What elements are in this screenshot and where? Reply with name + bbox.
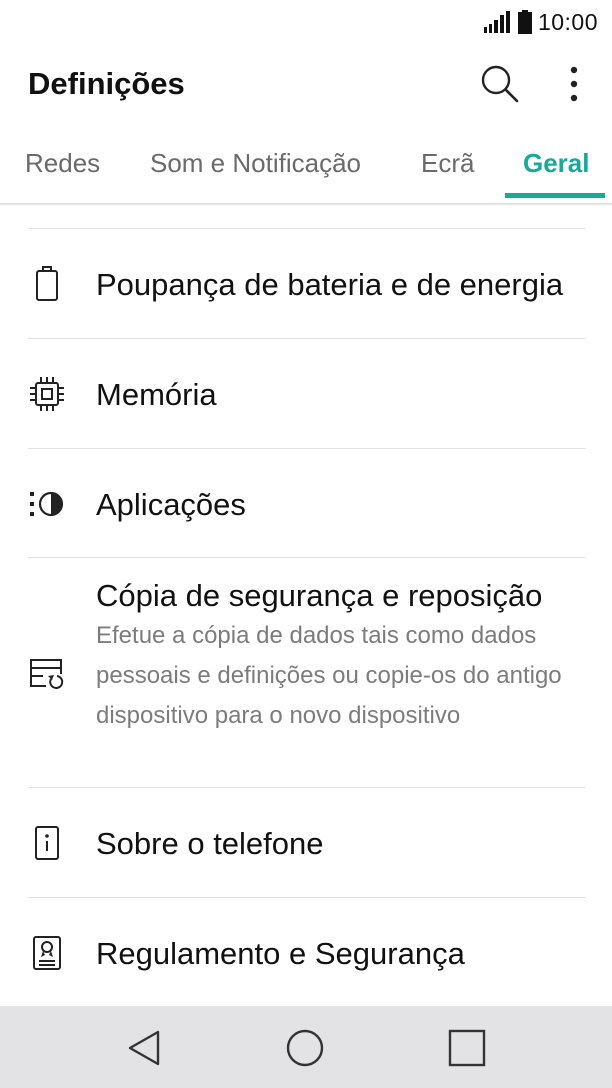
tab-redes[interactable]: Redes	[25, 148, 100, 179]
list-item-subtitle: Efetue a cópia de dados tais como dados …	[96, 622, 562, 729]
more-options-button[interactable]	[552, 62, 596, 106]
list-item-title: Memória	[96, 377, 217, 412]
tab-som-e-notificacao[interactable]: Som e Notificação	[150, 148, 361, 179]
apps-icon	[28, 485, 66, 523]
signal-icon	[483, 11, 510, 33]
back-button[interactable]	[120, 1024, 168, 1072]
battery-outline-icon	[28, 265, 66, 303]
status-time: 10:00	[537, 8, 598, 35]
tab-bar: Redes Som e Notificação Ecrã Geral	[0, 130, 612, 202]
list-item-title: Sobre o telefone	[96, 826, 324, 861]
search-button[interactable]	[478, 62, 522, 106]
list-item-apps[interactable]: Aplicações	[0, 449, 612, 557]
list-item-title: Cópia de segurança e reposição	[96, 578, 543, 613]
info-icon	[28, 824, 66, 862]
list-item-backup[interactable]: Cópia de segurança e reposição Efetue a …	[0, 558, 612, 787]
battery-icon	[517, 10, 532, 34]
list-item-battery[interactable]: Poupança de bateria e de energia	[0, 229, 612, 338]
more-vert-icon	[570, 66, 578, 102]
active-tab-indicator	[505, 193, 605, 198]
tab-ecra[interactable]: Ecrã	[421, 148, 474, 179]
list-item-regulatory[interactable]: Regulamento e Segurança	[0, 898, 612, 1006]
search-icon	[481, 65, 519, 103]
tab-geral[interactable]: Geral	[523, 148, 590, 179]
list-item-title: Poupança de bateria e de energia	[96, 267, 564, 302]
memory-chip-icon	[28, 375, 66, 413]
tab-bar-shadow	[0, 203, 612, 206]
navigation-bar	[0, 1006, 612, 1088]
back-icon	[128, 1030, 160, 1066]
list-item-memory[interactable]: Memória	[0, 339, 612, 448]
page-title: Definições	[28, 66, 185, 101]
status-icons: 10:00	[483, 8, 598, 36]
app-bar: Definições	[0, 44, 612, 124]
list-item-title: Regulamento e Segurança	[96, 936, 465, 971]
status-bar: 10:00	[0, 0, 612, 44]
backup-restore-icon	[28, 656, 66, 694]
list-item-title: Aplicações	[96, 487, 246, 522]
recents-button[interactable]	[443, 1024, 491, 1072]
list-item-about-phone[interactable]: Sobre o telefone	[0, 788, 612, 897]
home-icon	[286, 1029, 324, 1067]
home-button[interactable]	[281, 1024, 329, 1072]
certificate-icon	[28, 934, 66, 972]
recents-icon	[448, 1029, 486, 1067]
